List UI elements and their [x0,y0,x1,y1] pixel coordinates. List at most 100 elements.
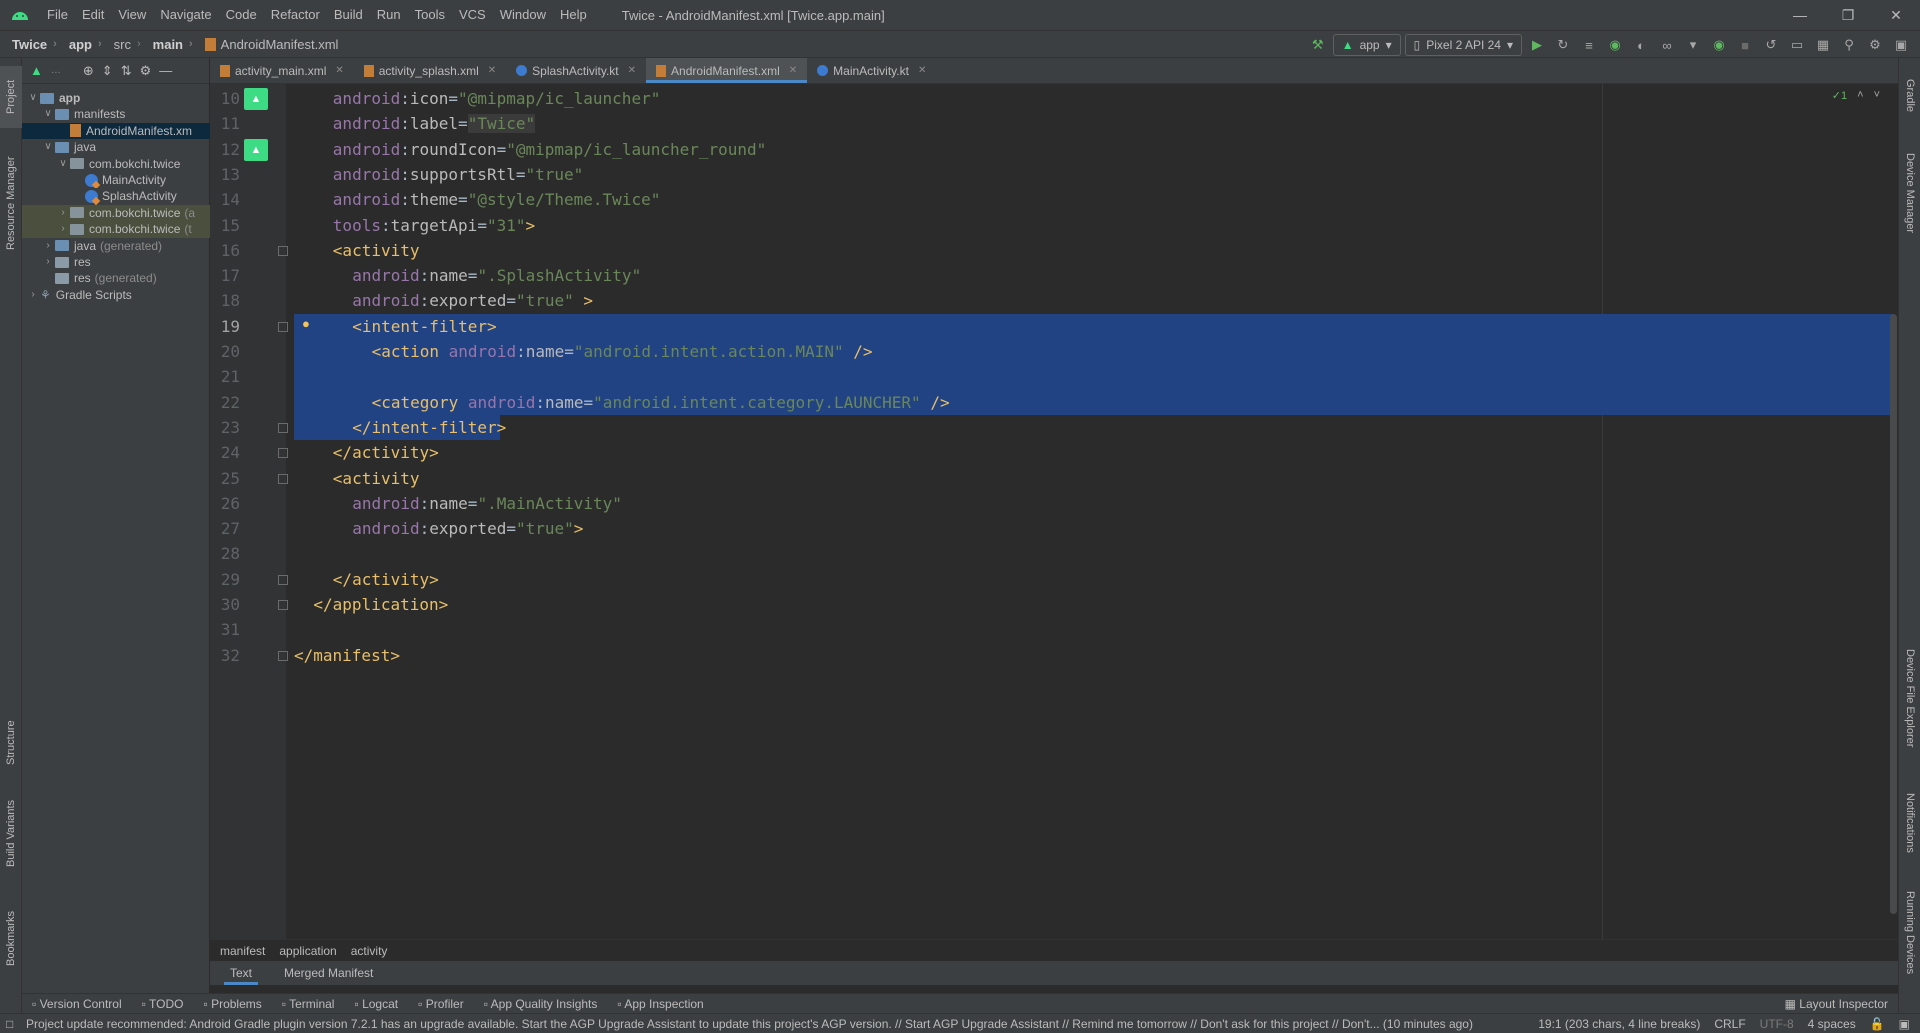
code-line[interactable]: <activity [333,238,420,263]
fold-marker-icon[interactable] [278,473,288,484]
editor-vertical-scrollbar[interactable] [1890,314,1897,914]
tool-version-control[interactable]: ▫ Version Control [32,997,122,1011]
chevron-right-icon[interactable]: › [56,221,70,237]
status-message[interactable]: Project update recommended: Android Grad… [0,1017,1535,1031]
tree-item[interactable]: › res [22,254,210,270]
chevron-right-icon[interactable]: › [41,254,55,270]
restore-icon[interactable]: ❐ [1824,0,1872,30]
fold-marker-icon[interactable] [278,600,288,610]
tree-item[interactable]: MainActivity [22,172,210,188]
structure-tool-tab[interactable]: Structure [0,708,22,778]
toggle-tool-windows-icon[interactable]: □ [6,1017,13,1031]
chevron-up-icon[interactable]: ˄ [1857,89,1863,101]
run-config-select[interactable]: ▲ app ▾ [1332,34,1401,56]
code-line[interactable]: android:exported="true"> [352,516,583,541]
inspection-widget[interactable]: ✓1 ˄ ˅ [1832,84,1880,106]
line-separator[interactable]: CRLF [1714,1017,1745,1031]
close-icon[interactable]: ✕ [335,65,343,76]
build-variants-tool-tab[interactable]: Build Variants [0,788,22,878]
notifications-tool-tab[interactable]: Notifications [1899,778,1920,868]
code-line[interactable]: android:theme="@style/Theme.Twice" [333,187,661,212]
code-line[interactable]: android:exported="true" > [352,288,593,313]
settings-gear-icon[interactable]: ⚙ [1864,34,1886,56]
code-line[interactable]: </activity> [333,567,439,592]
profile-icon[interactable]: ◐ [1630,34,1652,56]
apply-changes-icon[interactable]: ↻ [1552,34,1574,56]
code-editor[interactable]: 10 11 12 13 14 15 16 17 18 19 20 21 22 23 24 25 26 27 28 29… [210,84,1898,939]
stop-icon[interactable]: ■ [1734,34,1756,56]
layout-inspector-button[interactable]: ▦ Layout Inspector [1785,997,1888,1011]
code-line[interactable]: </application> [313,592,448,617]
tab-splashactivity-kt[interactable]: SplashActivity.kt ✕ [506,58,646,83]
code-line[interactable]: android:roundIcon="@mipmap/ic_launcher_r… [333,137,767,162]
tree-item[interactable]: › com.bokchi.twice (a [22,204,210,222]
code-line[interactable]: </intent-filter> [352,415,506,440]
tab-activity-main-xml[interactable]: activity_main.xml ✕ [210,58,354,83]
android-resource-icon[interactable]: ▲ [244,88,268,110]
menu-window[interactable]: Window [493,0,553,30]
tree-item[interactable]: res (generated) [22,270,210,286]
xml-breadcrumb-application[interactable]: application [279,944,336,958]
indent-setting[interactable]: 4 spaces [1808,1017,1856,1031]
tab-androidmanifest-xml[interactable]: AndroidManifest.xml ✕ [646,58,808,83]
resource-manager-tool-tab[interactable]: Resource Manager [0,138,22,268]
chevron-right-icon[interactable]: › [41,238,55,254]
attach-process-icon[interactable]: ◉ [1708,34,1730,56]
code-line[interactable]: <action android:name="android.intent.act… [372,339,873,364]
sync-gradle-icon[interactable]: ↺ [1760,34,1782,56]
file-encoding[interactable]: UTF-8 [1760,1017,1794,1031]
menu-view[interactable]: View [111,0,153,30]
fold-marker-icon[interactable] [278,574,288,585]
close-icon[interactable]: ✕ [488,65,496,76]
fold-marker-icon[interactable] [278,245,288,256]
device-file-explorer-tool-tab[interactable]: Device File Explorer [1899,628,1920,768]
menu-edit[interactable]: Edit [75,0,111,30]
chevron-down-icon[interactable]: ∨ [41,106,55,122]
chevron-down-icon[interactable]: ∨ [41,139,55,155]
code-line[interactable]: <activity [333,466,420,491]
search-icon[interactable]: ⚲ [1838,34,1860,56]
chevron-down-icon[interactable]: ∨ [26,90,40,106]
tool-terminal[interactable]: ▫ Terminal [282,997,335,1011]
account-icon[interactable]: ▣ [1890,34,1912,56]
chevron-down-icon[interactable]: ˅ [1874,89,1880,101]
menu-refactor[interactable]: Refactor [264,0,327,30]
code-line[interactable]: <category android:name="android.intent.c… [372,390,950,415]
code-line[interactable]: tools:targetApi="31"> [333,213,535,238]
breadcrumb-src[interactable]: src › [102,37,141,52]
close-icon[interactable]: ✕ [628,65,636,76]
tool-profiler[interactable]: ▫ Profiler [418,997,464,1011]
expand-all-icon[interactable]: ⇕ [102,63,113,79]
tree-item[interactable]: › java (generated) [22,238,210,254]
xml-breadcrumb-activity[interactable]: activity [351,944,388,958]
fold-marker-icon[interactable] [278,321,288,332]
android-view-icon[interactable]: ▲ [30,63,43,78]
code-line[interactable]: android:supportsRtl="true" [333,162,583,187]
xml-breadcrumb-manifest[interactable]: manifest [220,944,265,958]
lock-icon[interactable]: 🔓 [1870,1017,1885,1031]
project-tool-tab[interactable]: Project [0,66,22,128]
code-line[interactable]: </manifest> [294,643,400,668]
code-line[interactable]: <intent-filter> [352,314,497,339]
gradle-tool-tab[interactable]: Gradle [1899,66,1920,126]
hide-icon[interactable]: — [159,63,172,78]
collapse-all-icon[interactable]: ⇅ [121,63,132,79]
chevron-right-icon[interactable]: › [56,205,70,221]
tool-logcat[interactable]: ▫ Logcat [354,997,398,1011]
tool-todo[interactable]: ▫ TODO [142,997,184,1011]
tree-item[interactable]: SplashActivity [22,188,210,204]
fold-marker-icon[interactable] [278,650,288,661]
subtab-merged-manifest[interactable]: Merged Manifest [278,961,379,985]
tree-item[interactable]: ∨ app [22,90,210,106]
menu-code[interactable]: Code [219,0,264,30]
device-manager-icon[interactable]: ▭ [1786,34,1808,56]
subtab-text[interactable]: Text [224,961,259,985]
fold-marker-icon[interactable] [278,448,288,459]
tool-app-quality-insights[interactable]: ▫ App Quality Insights [484,997,598,1011]
chevron-down-icon[interactable]: ∨ [56,156,70,172]
sdk-manager-icon[interactable]: ▦ [1812,34,1834,56]
attach-debugger-icon[interactable]: ∞ [1656,34,1678,56]
close-icon[interactable]: ✕ [1872,0,1920,30]
code-line[interactable]: android:icon="@mipmap/ic_launcher" [333,86,661,111]
tree-item[interactable]: › com.bokchi.twice (t [22,221,210,238]
